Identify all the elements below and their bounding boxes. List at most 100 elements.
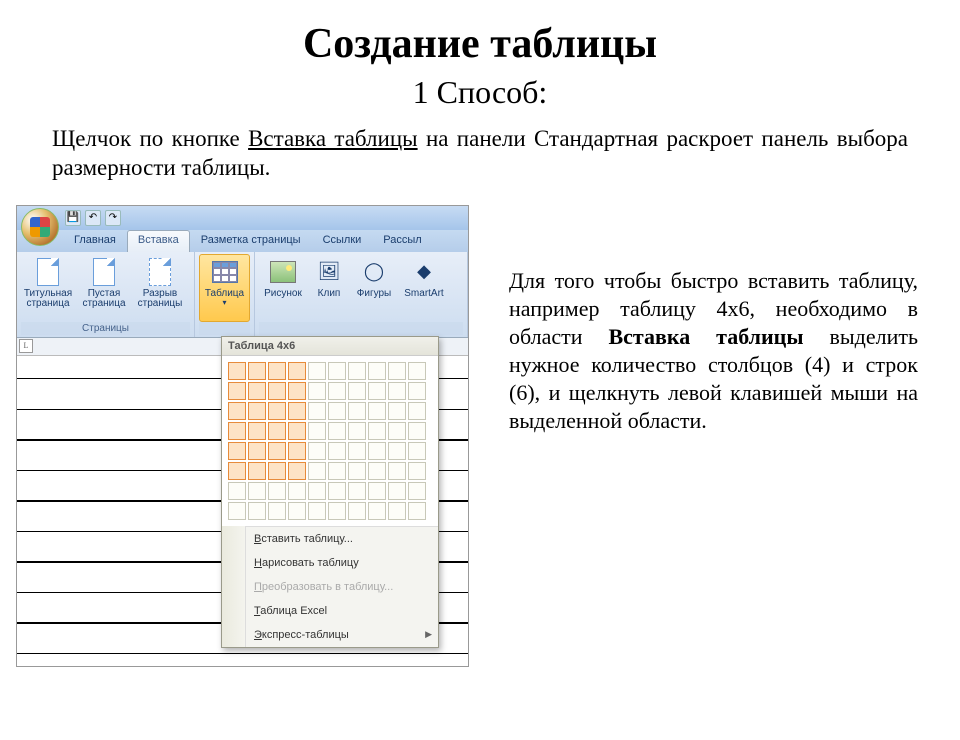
grid-cell[interactable] [388,422,406,440]
grid-cell[interactable] [308,502,326,520]
grid-cell[interactable] [248,462,266,480]
grid-cell[interactable] [348,362,366,380]
shapes-button[interactable]: ◯ Фигуры [351,254,397,322]
grid-cell[interactable] [228,382,246,400]
grid-cell[interactable] [388,382,406,400]
grid-cell[interactable] [328,362,346,380]
grid-cell[interactable] [308,442,326,460]
tab-insert[interactable]: Вставка [127,230,190,252]
grid-cell[interactable] [348,482,366,500]
grid-cell[interactable] [248,482,266,500]
grid-cell[interactable] [408,482,426,500]
grid-cell[interactable] [248,442,266,460]
grid-cell[interactable] [248,402,266,420]
grid-cell[interactable] [328,462,346,480]
grid-cell[interactable] [408,462,426,480]
grid-cell[interactable] [228,502,246,520]
blank-page-button[interactable]: Пустая страница [77,254,131,322]
grid-cell[interactable] [268,442,286,460]
grid-cell[interactable] [408,422,426,440]
grid-cell[interactable] [308,482,326,500]
grid-cell[interactable] [268,362,286,380]
table-button[interactable]: Таблица ▾ [199,254,250,322]
grid-cell[interactable] [228,442,246,460]
grid-cell[interactable] [268,422,286,440]
grid-cell[interactable] [288,482,306,500]
grid-cell[interactable] [288,362,306,380]
dropdown-item-quick-tables[interactable]: ▤Экспресс-таблицы▶ [246,623,438,647]
redo-icon[interactable]: ↷ [105,210,121,226]
page-break-button[interactable]: Разрыв страницы [133,254,187,322]
grid-cell[interactable] [328,402,346,420]
grid-cell[interactable] [368,502,386,520]
grid-cell[interactable] [368,382,386,400]
grid-cell[interactable] [348,502,366,520]
dropdown-item-excel-table[interactable]: ⊞Таблица Excel [246,599,438,623]
grid-cell[interactable] [348,442,366,460]
cover-page-button[interactable]: Титульная страница [21,254,75,322]
grid-cell[interactable] [228,402,246,420]
grid-cell[interactable] [328,382,346,400]
grid-cell[interactable] [308,422,326,440]
save-icon[interactable]: 💾 [65,210,81,226]
grid-cell[interactable] [288,502,306,520]
grid-cell[interactable] [388,402,406,420]
picture-button[interactable]: Рисунок [259,254,307,322]
office-button[interactable] [21,208,59,246]
grid-cell[interactable] [308,362,326,380]
grid-cell[interactable] [308,462,326,480]
grid-cell[interactable] [288,422,306,440]
grid-cell[interactable] [288,442,306,460]
grid-cell[interactable] [328,442,346,460]
grid-cell[interactable] [228,422,246,440]
table-size-picker[interactable] [222,356,438,526]
grid-cell[interactable] [368,462,386,480]
grid-cell[interactable] [268,462,286,480]
grid-cell[interactable] [348,402,366,420]
grid-cell[interactable] [268,482,286,500]
smartart-button[interactable]: ◆ SmartArt [399,254,449,322]
grid-cell[interactable] [308,402,326,420]
grid-cell[interactable] [388,482,406,500]
grid-cell[interactable] [408,402,426,420]
grid-cell[interactable] [248,502,266,520]
tab-references[interactable]: Ссылки [312,230,373,252]
grid-cell[interactable] [368,442,386,460]
grid-cell[interactable] [348,422,366,440]
grid-cell[interactable] [408,442,426,460]
grid-cell[interactable] [268,382,286,400]
grid-cell[interactable] [328,422,346,440]
grid-cell[interactable] [348,462,366,480]
grid-cell[interactable] [408,382,426,400]
grid-cell[interactable] [368,482,386,500]
grid-cell[interactable] [288,382,306,400]
tab-mailings[interactable]: Рассыл [372,230,432,252]
grid-cell[interactable] [348,382,366,400]
grid-cell[interactable] [368,362,386,380]
grid-cell[interactable] [288,402,306,420]
dropdown-item-draw-table[interactable]: ✎Нарисовать таблицу [246,551,438,575]
grid-cell[interactable] [228,362,246,380]
grid-cell[interactable] [248,422,266,440]
clip-button[interactable]: 🖼 Клип [309,254,349,322]
grid-cell[interactable] [268,502,286,520]
grid-cell[interactable] [368,402,386,420]
grid-cell[interactable] [228,462,246,480]
grid-cell[interactable] [388,502,406,520]
grid-cell[interactable] [388,462,406,480]
grid-cell[interactable] [408,362,426,380]
grid-cell[interactable] [228,482,246,500]
grid-cell[interactable] [248,362,266,380]
grid-cell[interactable] [248,382,266,400]
undo-icon[interactable]: ↶ [85,210,101,226]
tab-home[interactable]: Главная [63,230,127,252]
grid-cell[interactable] [328,502,346,520]
grid-cell[interactable] [268,402,286,420]
tab-page-layout[interactable]: Разметка страницы [190,230,312,252]
grid-cell[interactable] [408,502,426,520]
dropdown-item-table-insert[interactable]: ▦Вставить таблицу... [246,527,438,551]
grid-cell[interactable] [288,462,306,480]
grid-cell[interactable] [308,382,326,400]
grid-cell[interactable] [328,482,346,500]
grid-cell[interactable] [388,442,406,460]
